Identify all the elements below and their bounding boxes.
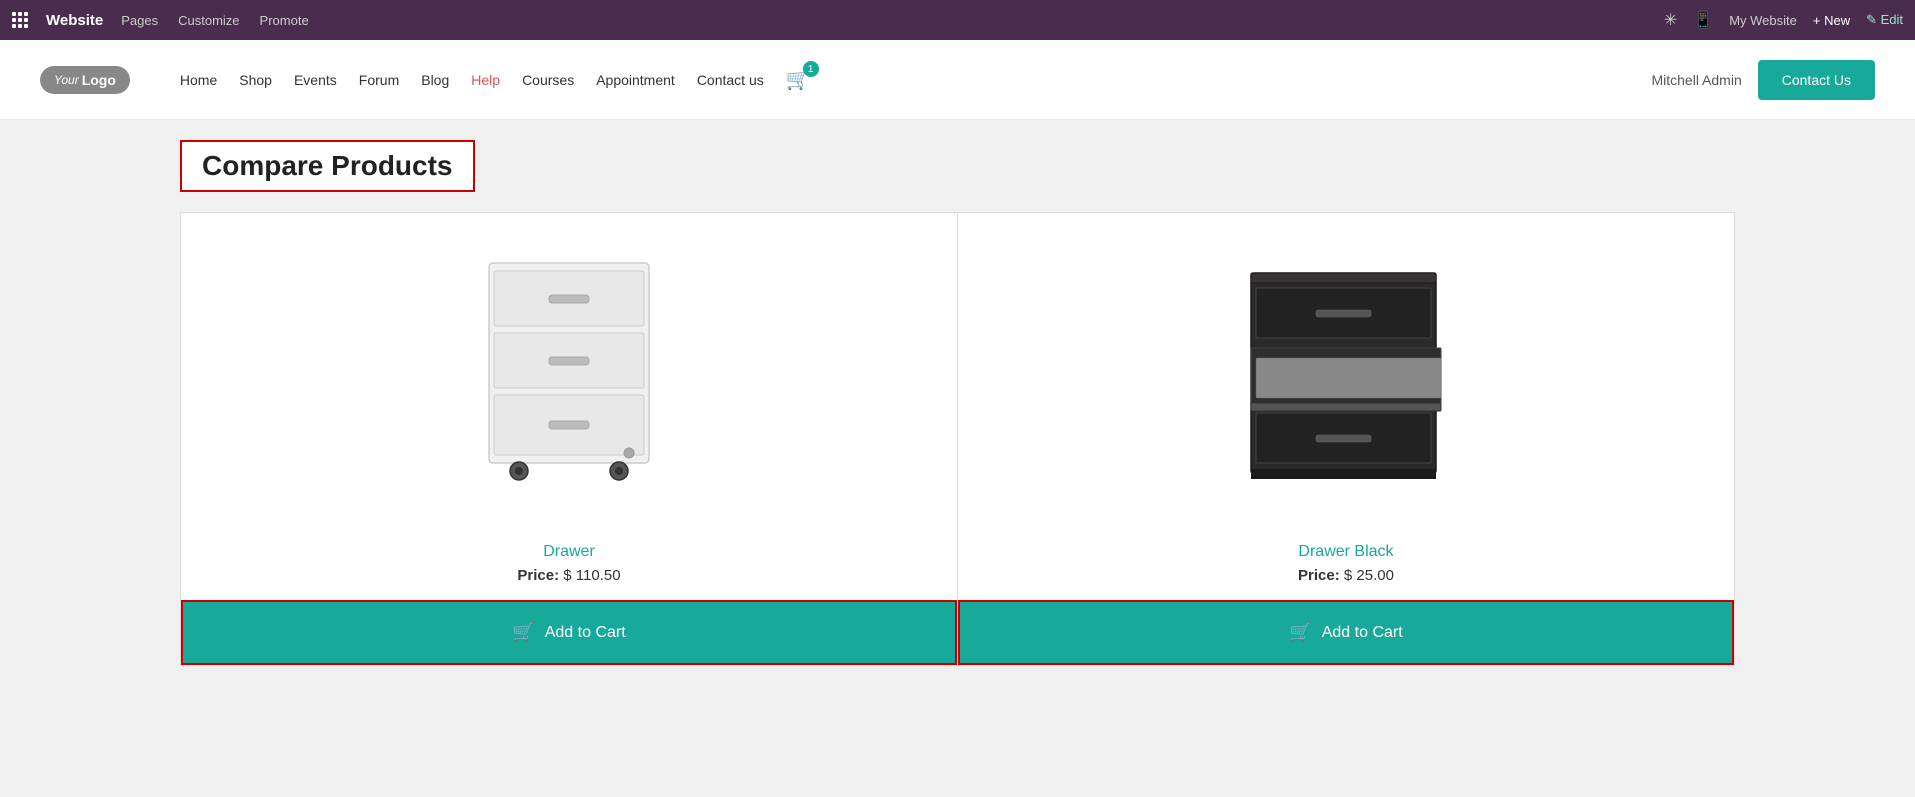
logo-your: Your: [54, 73, 79, 87]
add-to-cart-label-2: Add to Cart: [1322, 624, 1403, 642]
add-to-cart-wrapper-2: 🛒 Add to Cart: [958, 600, 1734, 665]
nav-right: Mitchell Admin Contact Us: [1651, 60, 1875, 100]
product-image-svg-2: [1231, 243, 1461, 503]
new-button[interactable]: + New: [1813, 13, 1850, 28]
add-to-cart-label-1: Add to Cart: [545, 624, 626, 642]
product-name-2[interactable]: Drawer Black: [1298, 543, 1393, 561]
admin-nav: Pages Customize Promote: [121, 13, 308, 28]
nav-forum[interactable]: Forum: [359, 72, 399, 88]
mobile-preview-icon[interactable]: 📱: [1693, 10, 1713, 30]
site-name[interactable]: Website: [46, 12, 103, 29]
logo-container[interactable]: Your Logo: [40, 66, 130, 94]
edit-button[interactable]: ✎ Edit: [1866, 12, 1903, 28]
product-image-svg-1: [469, 243, 669, 503]
product-name-1[interactable]: Drawer: [543, 543, 595, 561]
product-price-2: Price: $ 25.00: [1298, 567, 1394, 584]
admin-bar: Website Pages Customize Promote ✳ 📱 My W…: [0, 0, 1915, 40]
price-value-1: $ 110.50: [563, 567, 620, 584]
admin-user[interactable]: Mitchell Admin: [1651, 72, 1741, 88]
customize-link[interactable]: Customize: [178, 13, 239, 28]
price-label-2: Price:: [1298, 567, 1340, 584]
website-name[interactable]: My Website: [1729, 13, 1797, 28]
cart-icon[interactable]: 🛒 1: [786, 67, 811, 92]
add-to-cart-button-2[interactable]: 🛒 Add to Cart: [960, 602, 1732, 663]
product-image-1: [181, 213, 957, 533]
add-to-cart-button-1[interactable]: 🛒 Add to Cart: [183, 602, 955, 663]
price-label-1: Price:: [517, 567, 559, 584]
pages-link[interactable]: Pages: [121, 13, 158, 28]
product-col-2: Drawer Black Price: $ 25.00 🛒 Add to Car…: [958, 213, 1734, 665]
nav-events[interactable]: Events: [294, 72, 337, 88]
grid-menu-icon[interactable]: [12, 12, 28, 28]
nav-home[interactable]: Home: [180, 72, 217, 88]
main-content: Compare Products: [0, 120, 1915, 797]
cart-icon-btn-2: 🛒: [1289, 622, 1311, 643]
cart-icon-btn-1: 🛒: [512, 622, 534, 643]
promote-link[interactable]: Promote: [260, 13, 309, 28]
add-to-cart-wrapper-1: 🛒 Add to Cart: [181, 600, 957, 665]
product-image-2: [958, 213, 1734, 533]
contact-us-button[interactable]: Contact Us: [1758, 60, 1875, 100]
product-col-1: Drawer Price: $ 110.50 🛒 Add to Cart: [181, 213, 958, 665]
page-title-wrapper: Compare Products: [180, 140, 475, 192]
nav-appointment[interactable]: Appointment: [596, 72, 675, 88]
compare-table: Drawer Price: $ 110.50 🛒 Add to Cart: [180, 212, 1735, 666]
nav-bar: Your Logo Home Shop Events Forum Blog He…: [0, 40, 1915, 120]
price-value-2: $ 25.00: [1344, 567, 1394, 584]
logo-text: Logo: [82, 72, 116, 88]
nav-blog[interactable]: Blog: [421, 72, 449, 88]
main-nav: Home Shop Events Forum Blog Help Courses…: [180, 67, 1622, 92]
logo[interactable]: Your Logo: [40, 66, 130, 94]
nav-contact-us[interactable]: Contact us: [697, 72, 764, 88]
cart-badge: 1: [803, 61, 819, 77]
nav-courses[interactable]: Courses: [522, 72, 574, 88]
bug-icon[interactable]: ✳: [1664, 10, 1677, 30]
nav-help[interactable]: Help: [471, 72, 500, 88]
nav-shop[interactable]: Shop: [239, 72, 272, 88]
page-title: Compare Products: [202, 150, 453, 182]
product-price-1: Price: $ 110.50: [517, 567, 620, 584]
